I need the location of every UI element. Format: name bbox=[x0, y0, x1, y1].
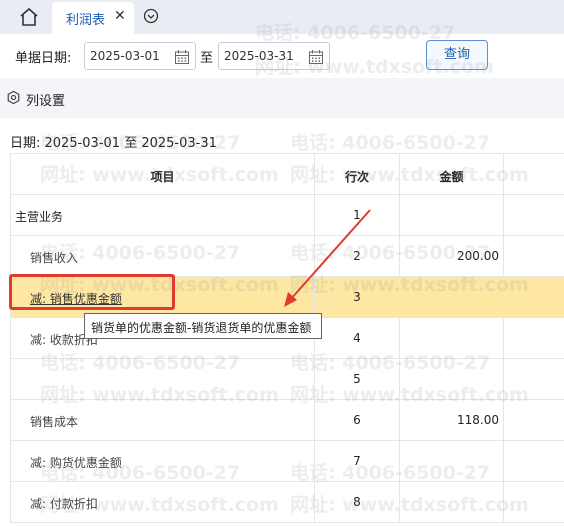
column-settings-bar: 列设置 bbox=[0, 78, 564, 118]
column-settings-button[interactable]: 列设置 bbox=[26, 90, 65, 109]
row-number: 7 bbox=[353, 454, 361, 468]
table-row[interactable]: 5 bbox=[10, 359, 564, 400]
table-row[interactable]: 减: 付款折扣 8 bbox=[10, 482, 564, 523]
end-date-value: 2025-03-31 bbox=[224, 49, 294, 63]
row-amount: 118.00 bbox=[457, 413, 499, 427]
end-date-field[interactable]: 2025-03-31 bbox=[218, 42, 330, 70]
header-item: 项目 bbox=[10, 154, 315, 194]
row-item: 主营业务 bbox=[15, 210, 64, 224]
header-row-number: 行次 bbox=[315, 154, 400, 194]
profit-statement-page: 利润表 ✕ 单据日期: 2025-03-01 至 2025-03-31 查询 列… bbox=[0, 0, 564, 526]
watermark-phone: 电话: 4006-6500-27 bbox=[290, 132, 491, 154]
row-amount: 200.00 bbox=[457, 249, 499, 263]
tab-profit-statement[interactable]: 利润表 ✕ bbox=[52, 2, 134, 34]
start-date-field[interactable]: 2025-03-01 bbox=[84, 42, 196, 70]
to-label: 至 bbox=[200, 51, 214, 66]
calendar-icon[interactable] bbox=[174, 49, 190, 65]
row-number: 1 bbox=[353, 208, 361, 222]
filter-bar: 单据日期: 2025-03-01 至 2025-03-31 查询 bbox=[0, 34, 564, 78]
row-number: 4 bbox=[353, 331, 361, 345]
tab-bar: 利润表 ✕ bbox=[0, 0, 564, 34]
chevron-down-circle-icon[interactable] bbox=[143, 8, 159, 24]
header-amount: 金额 bbox=[400, 154, 504, 194]
row-number: 5 bbox=[353, 372, 361, 386]
home-icon[interactable] bbox=[18, 7, 40, 27]
row-number: 8 bbox=[353, 495, 361, 509]
document-date-label: 单据日期: bbox=[15, 51, 72, 66]
start-date-value: 2025-03-01 bbox=[90, 49, 160, 63]
row-number: 6 bbox=[353, 413, 361, 427]
tab-label: 利润表 bbox=[66, 13, 106, 28]
row-item: 减: 购货优惠金额 bbox=[30, 456, 122, 470]
table-row[interactable]: 销售成本 6 118.00 bbox=[10, 400, 564, 441]
date-range-text: 日期: 2025-03-01 至 2025-03-31 bbox=[10, 136, 217, 151]
row-item: 销售收入 bbox=[30, 251, 79, 265]
close-icon[interactable]: ✕ bbox=[114, 8, 126, 24]
table-row[interactable]: 主营业务 1 bbox=[10, 195, 564, 236]
query-button[interactable]: 查询 bbox=[426, 40, 488, 70]
table-header: 项目 行次 金额 bbox=[10, 153, 564, 195]
gear-icon[interactable] bbox=[6, 90, 21, 105]
row-item: 销售成本 bbox=[30, 415, 79, 429]
table-row[interactable]: 销售收入 2 200.00 bbox=[10, 236, 564, 277]
table-row[interactable]: 减: 购货优惠金额 7 bbox=[10, 441, 564, 482]
calendar-icon[interactable] bbox=[308, 49, 324, 65]
row-item: 减: 付款折扣 bbox=[30, 497, 98, 511]
highlight-annotation-box bbox=[9, 274, 175, 310]
header-extra bbox=[504, 154, 564, 194]
row-number: 2 bbox=[353, 249, 361, 263]
row-number: 3 bbox=[353, 290, 361, 304]
tooltip: 销货单的优惠金额-销货退货单的优惠金额 bbox=[84, 313, 322, 339]
